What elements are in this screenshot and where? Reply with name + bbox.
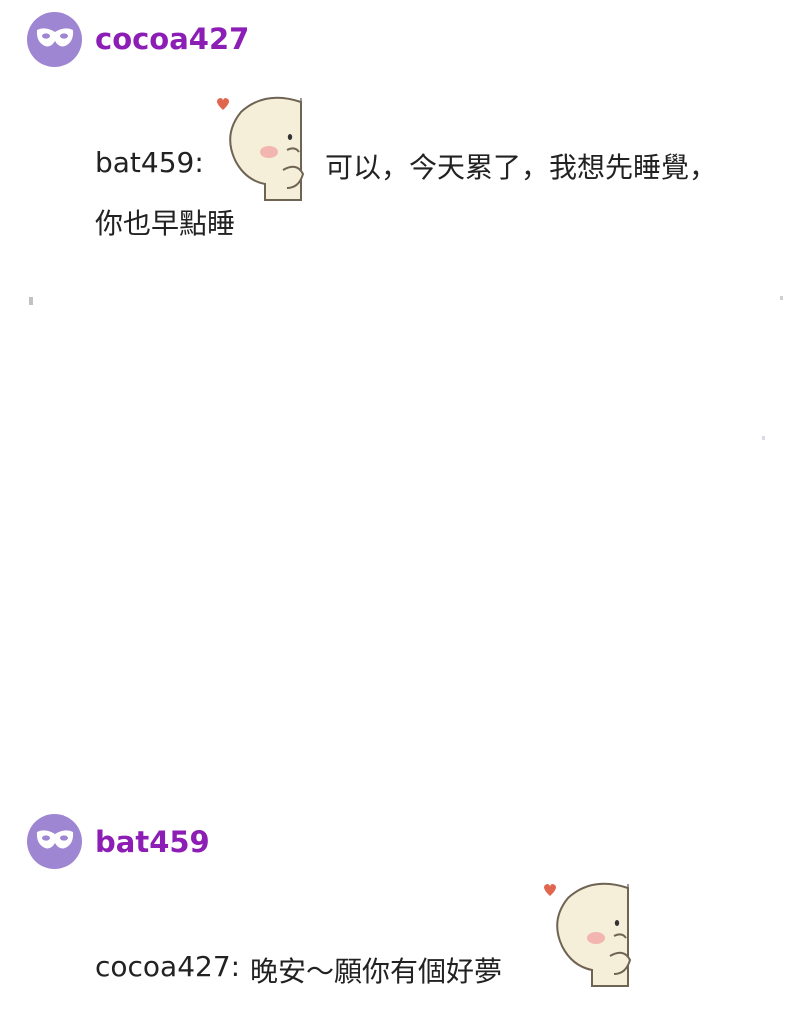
mention-prefix[interactable]: bat459: xyxy=(95,146,204,179)
peeking-bun-sticker xyxy=(532,878,642,992)
artifact-mark xyxy=(29,297,33,305)
user-avatar[interactable] xyxy=(27,12,82,67)
mask-icon xyxy=(35,828,75,856)
post-bat459: bat459 cocoa427: 晚安～願你有個好夢 xyxy=(0,800,812,1024)
username[interactable]: bat459 xyxy=(95,825,210,859)
user-avatar[interactable] xyxy=(27,814,82,869)
peeking-bun-sticker xyxy=(205,92,315,206)
message-text: 晚安～願你有個好夢 xyxy=(250,955,503,988)
post-cocoa427: cocoa427 bat459: 可以，今天累了，我想先睡覺， 你也早點睡 xyxy=(0,0,812,300)
artifact-mark xyxy=(780,296,783,300)
message-text-line1: 可以，今天累了，我想先睡覺， xyxy=(325,151,718,184)
artifact-mark xyxy=(762,436,765,440)
message-text-line2: 你也早點睡 xyxy=(95,207,236,240)
mention-prefix[interactable]: cocoa427: xyxy=(95,950,240,983)
mask-icon xyxy=(35,26,75,54)
username[interactable]: cocoa427 xyxy=(95,22,249,56)
